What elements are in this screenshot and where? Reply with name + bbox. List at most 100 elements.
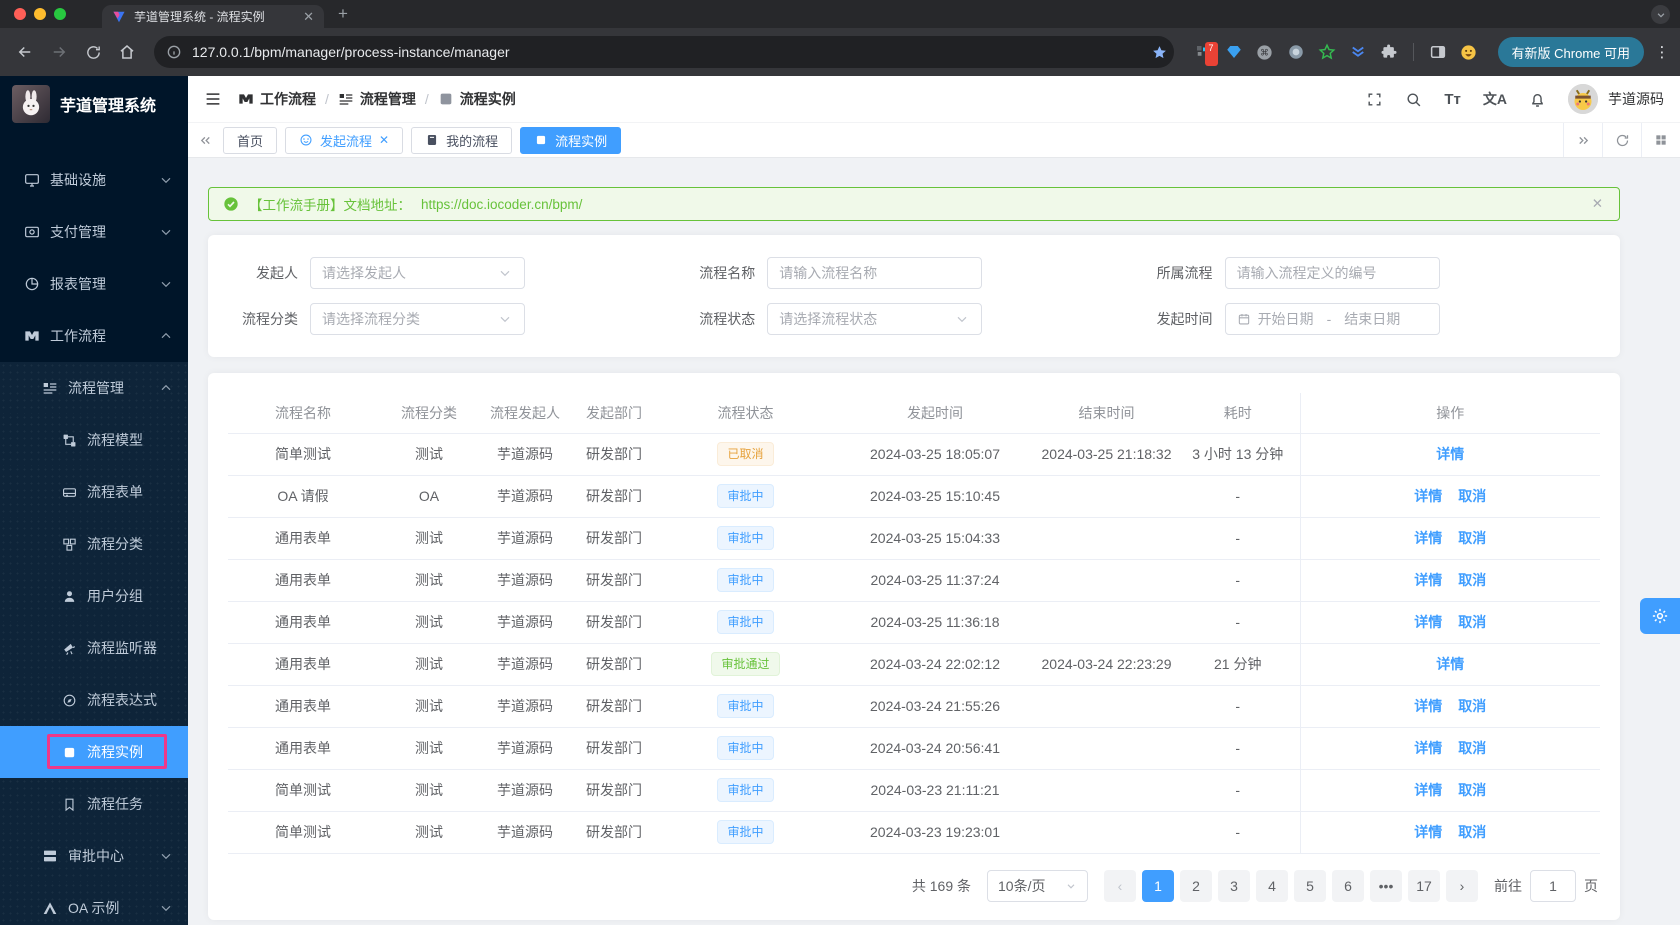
sidebar-item-oa-demo[interactable]: OA 示例 [0, 882, 188, 925]
emoji-extension-icon[interactable] [1458, 41, 1480, 63]
back-button[interactable] [10, 37, 40, 67]
cancel-link[interactable]: 取消 [1458, 698, 1486, 714]
page-ellipsis[interactable]: ••• [1370, 869, 1402, 902]
detail-link[interactable]: 详情 [1414, 740, 1442, 756]
chevrons-right-icon[interactable] [1563, 123, 1602, 157]
new-tab-button[interactable]: + [338, 4, 348, 24]
cancel-link[interactable]: 取消 [1458, 572, 1486, 588]
tab-start-process[interactable]: 发起流程 ✕ [285, 126, 404, 154]
detail-link[interactable]: 详情 [1436, 446, 1464, 462]
page-button[interactable]: 4 [1256, 869, 1288, 902]
page-button[interactable]: 2 [1180, 869, 1212, 902]
sidebar-item-process-manage[interactable]: 流程管理 [0, 362, 188, 414]
language-icon[interactable]: 文A [1483, 89, 1507, 109]
user-name[interactable]: 芋道源码 [1608, 89, 1664, 109]
layout-grid-icon[interactable] [1641, 123, 1680, 157]
fullscreen-icon[interactable] [1366, 91, 1383, 108]
breadcrumb-item[interactable]: 流程实例 [438, 89, 516, 109]
detail-link[interactable]: 详情 [1414, 698, 1442, 714]
detail-link[interactable]: 详情 [1414, 572, 1442, 588]
font-size-icon[interactable]: Tᴛ [1444, 91, 1461, 108]
extension-green-star-icon[interactable] [1316, 41, 1338, 63]
sidebar-collapse-icon[interactable] [204, 90, 222, 108]
detail-link[interactable]: 详情 [1414, 530, 1442, 546]
category-select[interactable]: 请选择流程分类 [310, 303, 525, 335]
page-button[interactable]: 5 [1294, 869, 1326, 902]
detail-link[interactable]: 详情 [1436, 656, 1464, 672]
browser-menu-icon[interactable]: ⋮ [1654, 43, 1670, 61]
detail-link[interactable]: 详情 [1414, 824, 1442, 840]
browser-tab[interactable]: 芋道管理系统 - 流程实例 ✕ [102, 5, 324, 28]
cancel-link[interactable]: 取消 [1458, 488, 1486, 504]
side-panel-icon[interactable] [1427, 41, 1449, 63]
sidebar-item-process-category[interactable]: 流程分类 [0, 518, 188, 570]
detail-link[interactable]: 详情 [1414, 488, 1442, 504]
extension-circle-icon[interactable] [1285, 41, 1307, 63]
extension-blocks-icon[interactable]: 7 [1192, 41, 1218, 66]
zoom-window-button[interactable] [54, 8, 66, 20]
bell-icon[interactable] [1529, 91, 1546, 108]
chevrons-left-icon[interactable] [198, 133, 213, 148]
extension-command-icon[interactable]: ⌘ [1254, 41, 1276, 63]
tab-my-process[interactable]: 我的流程 [411, 126, 513, 154]
page-button[interactable]: 3 [1218, 869, 1250, 902]
cancel-link[interactable]: 取消 [1458, 530, 1486, 546]
tab-home[interactable]: 首页 [223, 126, 278, 154]
next-page-button[interactable]: › [1446, 869, 1478, 902]
tab-close-icon[interactable]: ✕ [303, 9, 314, 25]
close-window-button[interactable] [14, 8, 26, 20]
forward-button[interactable] [44, 37, 74, 67]
sidebar-item-process-listener[interactable]: 流程监听器 [0, 622, 188, 674]
process-name-input[interactable] [779, 265, 971, 281]
address-bar[interactable]: 127.0.0.1/bpm/manager/process-instance/m… [154, 36, 1174, 68]
tab-close-icon[interactable]: ✕ [379, 133, 389, 147]
sidebar-item-workflow[interactable]: 工作流程 [0, 310, 188, 362]
breadcrumb-item[interactable]: 流程管理 [338, 89, 416, 109]
refresh-icon[interactable] [1602, 123, 1641, 157]
starter-select[interactable]: 请选择发起人 [310, 257, 525, 289]
detail-link[interactable]: 详情 [1414, 614, 1442, 630]
cancel-link[interactable]: 取消 [1458, 782, 1486, 798]
user-avatar[interactable] [1568, 84, 1598, 114]
app-logo[interactable]: 芋道管理系统 [0, 76, 188, 132]
sidebar-item-process-form[interactable]: 流程表单 [0, 466, 188, 518]
home-button[interactable] [112, 37, 142, 67]
tab-process-instance[interactable]: 流程实例 [520, 126, 622, 154]
sidebar-item-process-task[interactable]: 流程任务 [0, 778, 188, 830]
site-info-icon[interactable] [166, 44, 182, 60]
create-time-daterange[interactable]: 开始日期 - 结束日期 [1224, 303, 1440, 335]
doc-link[interactable]: https://doc.iocoder.cn/bpm/ [421, 197, 582, 212]
minimize-window-button[interactable] [34, 8, 46, 20]
sidebar-item-process-instance[interactable]: 流程实例 [0, 726, 188, 778]
sidebar-item-approve-center[interactable]: 审批中心 [0, 830, 188, 882]
reload-button[interactable] [78, 37, 108, 67]
extension-vue-devtools-icon[interactable] [1347, 41, 1369, 63]
search-icon[interactable] [1405, 91, 1422, 108]
process-def-input[interactable] [1236, 265, 1428, 281]
alert-close-icon[interactable]: ✕ [1592, 196, 1603, 212]
cancel-link[interactable]: 取消 [1458, 740, 1486, 756]
sidebar-item-process-expression[interactable]: 流程表达式 [0, 674, 188, 726]
page-button[interactable]: 17 [1408, 869, 1440, 902]
sidebar-item-report[interactable]: 报表管理 [0, 258, 188, 310]
prev-page-button[interactable]: ‹ [1104, 869, 1136, 902]
chrome-update-chip[interactable]: 有新版 Chrome 可用 [1497, 37, 1644, 67]
status-select[interactable]: 请选择流程状态 [767, 303, 983, 335]
breadcrumb-item[interactable]: 工作流程 [238, 89, 316, 109]
extensions-puzzle-icon[interactable] [1378, 41, 1400, 63]
settings-fab-gear-icon[interactable] [1640, 598, 1680, 634]
sidebar-item-user-group[interactable]: 用户分组 [0, 570, 188, 622]
bookmark-star-icon[interactable] [1151, 44, 1168, 61]
goto-page-input[interactable] [1530, 869, 1576, 902]
tab-search-button[interactable] [1651, 5, 1670, 24]
page-size-select[interactable]: 10条/页 [987, 869, 1088, 902]
cancel-link[interactable]: 取消 [1458, 614, 1486, 630]
page-button[interactable]: 6 [1332, 869, 1364, 902]
page-button[interactable]: 1 [1142, 869, 1174, 902]
sidebar-item-infrastructure[interactable]: 基础设施 [0, 154, 188, 206]
detail-link[interactable]: 详情 [1414, 782, 1442, 798]
sidebar-item-process-model[interactable]: 流程模型 [0, 414, 188, 466]
cancel-link[interactable]: 取消 [1458, 824, 1486, 840]
extension-gem-icon[interactable] [1223, 41, 1245, 63]
sidebar-item-payment[interactable]: 支付管理 [0, 206, 188, 258]
